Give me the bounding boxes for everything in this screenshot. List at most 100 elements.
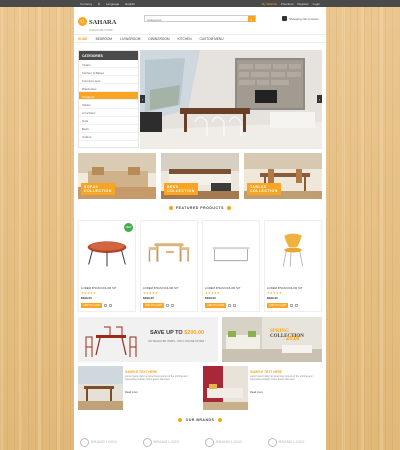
promo-sale-banner[interactable]: SAVE UP TO $200.00 ON SELECTED ITEMS - O…	[78, 317, 218, 362]
category-item[interactable]: Cabins	[79, 133, 138, 141]
currency-label: Currency	[80, 1, 93, 6]
read-more-link[interactable]: Read more	[125, 391, 138, 394]
checkout-link[interactable]: Checkout	[281, 2, 294, 6]
brand-logo[interactable]: BRAND LOGO	[78, 435, 135, 450]
blog-post[interactable]: SAMPLE TEXT HERE Lorem ipsum dolor sit a…	[78, 366, 197, 410]
collection-sofas[interactable]: SOFAS COLLECTION	[78, 153, 156, 199]
compare-icon[interactable]	[109, 304, 113, 307]
nav-home[interactable]: HOME	[78, 37, 88, 41]
language-select[interactable]: English	[125, 2, 135, 6]
category-item[interactable]: Armchairs	[79, 109, 138, 117]
blog-excerpt: Lorem ipsum dolor sit amet lorem ipsum o…	[250, 375, 313, 382]
brand-logos: BRAND LOGO BRAND LOGO BRAND LOGO BRAND L…	[78, 435, 322, 450]
promo-spring-banner[interactable]: SPRING COLLECTION 2016	[222, 317, 322, 362]
product-title[interactable]: LOREM IPSUM DOLOR SIT	[81, 286, 116, 290]
header: ☺ SAHARA FURNITURE STORE Categories ⌕ Sh…	[74, 7, 326, 32]
product-card[interactable]: LOREM IPSUM DOLOR SIT ★★★★★ $399.00 ADD …	[202, 220, 260, 312]
next-arrow-icon[interactable]	[227, 206, 232, 211]
blog-title[interactable]: SAMPLE TEXT HERE	[250, 370, 282, 374]
add-to-cart-button[interactable]: ADD TO CART	[143, 303, 165, 308]
product-title[interactable]: LOREM IPSUM DOLOR SIT	[267, 286, 302, 290]
product-rating: ★★★★★	[81, 291, 96, 295]
prev-arrow-icon[interactable]	[168, 206, 173, 211]
product-card[interactable]: LOREM IPSUM DOLOR SIT ★★★★★ $399.00 ADD …	[140, 220, 198, 312]
featured-products: NEW LOREM IPSUM DOLOR SIT ★★★★★ $399.00 …	[78, 220, 322, 312]
nav-livingroom[interactable]: LIVINGROOM	[120, 37, 140, 41]
promo-image	[78, 317, 148, 362]
hero-next-button[interactable]: ›	[317, 95, 322, 103]
category-item-active[interactable]: Outdoors	[79, 92, 138, 101]
hero-prev-button[interactable]: ‹	[140, 95, 145, 103]
language-label: Language	[105, 1, 120, 6]
topbar: Currency $ Language English My Wishlist …	[0, 0, 400, 7]
categories-header: CATEGORIES	[79, 51, 138, 60]
blog-excerpt: Lorem ipsum dolor sit amet lorem ipsum o…	[125, 375, 188, 382]
search-category-select[interactable]: Categories	[147, 18, 162, 22]
blog-image	[78, 366, 123, 410]
page: ☺ SAHARA FURNITURE STORE Categories ⌕ Sh…	[74, 7, 326, 450]
product-image	[265, 222, 321, 282]
cart-icon	[282, 16, 287, 21]
collections: SOFAS COLLECTION BEDS COLLECTION TABLES …	[78, 153, 322, 199]
cart[interactable]: Shopping cart is Items	[282, 16, 319, 21]
add-to-cart-button[interactable]: ADD TO CART	[81, 303, 103, 308]
category-item[interactable]: Tables	[79, 100, 138, 109]
wishlist-icon[interactable]	[228, 304, 232, 307]
brand-logo[interactable]: BRAND LOGO	[141, 435, 198, 450]
register-link[interactable]: Register	[297, 2, 308, 6]
brand-icon	[142, 438, 152, 447]
prev-arrow-icon[interactable]	[178, 418, 183, 423]
chevron-right-icon: ›	[318, 96, 321, 102]
category-item[interactable]: Kitchen & Bakes	[79, 68, 138, 77]
category-item[interactable]: Chairs	[79, 60, 138, 69]
compare-icon[interactable]	[233, 304, 237, 307]
search-bar[interactable]: Categories ⌕	[144, 15, 256, 22]
promo-banners: SAVE UP TO $200.00 ON SELECTED ITEMS - O…	[78, 317, 322, 362]
promo-subtext: ON SELECTED ITEMS - ONLY ONLINE STORE !	[148, 340, 206, 343]
nav-diningroom[interactable]: DININGROOM	[148, 37, 169, 41]
add-to-cart-button[interactable]: ADD TO CART	[267, 303, 289, 308]
product-title[interactable]: LOREM IPSUM DOLOR SIT	[205, 286, 240, 290]
login-link[interactable]: Login	[313, 2, 320, 6]
product-rating: ★★★★★	[267, 291, 282, 295]
next-arrow-icon[interactable]	[217, 418, 222, 423]
product-title[interactable]: LOREM IPSUM DOLOR SIT	[143, 286, 178, 290]
product-card[interactable]: NEW LOREM IPSUM DOLOR SIT ★★★★★ $399.00 …	[78, 220, 136, 312]
add-to-cart-button[interactable]: ADD TO CART	[205, 303, 227, 308]
currency-select[interactable]: $	[98, 2, 100, 6]
nav-kitchen[interactable]: KITCHEN	[178, 37, 192, 41]
read-more-link[interactable]: Read more	[250, 391, 263, 394]
product-price: $399.00	[81, 296, 92, 300]
blog-post[interactable]: SAMPLE TEXT HERE Lorem ipsum dolor sit a…	[203, 366, 322, 410]
category-item[interactable]: Sofa	[79, 117, 138, 125]
hero-slider[interactable]: ‹ ›	[140, 50, 322, 149]
category-item[interactable]: Wardrobes	[79, 84, 138, 93]
product-rating: ★★★★★	[205, 291, 220, 295]
brand-logo[interactable]: BRAND LOGO	[266, 435, 323, 450]
compare-icon[interactable]	[295, 304, 299, 307]
nav-bedroom[interactable]: BEDROOM	[96, 37, 112, 41]
logo-icon: ☺	[78, 17, 87, 26]
search-icon: ⌕	[250, 16, 253, 22]
chevron-left-icon: ‹	[141, 96, 144, 102]
search-button[interactable]: ⌕	[248, 16, 255, 22]
product-price: $399.00	[143, 296, 154, 300]
logo[interactable]: ☺ SAHARA FURNITURE STORE	[78, 11, 116, 32]
blog-image	[203, 366, 248, 410]
wishlist-icon[interactable]	[104, 304, 108, 307]
wishlist-icon[interactable]	[290, 304, 294, 307]
collection-label: SOFAS COLLECTION	[81, 183, 115, 195]
new-badge: NEW	[124, 223, 133, 232]
blog-title[interactable]: SAMPLE TEXT HERE	[125, 370, 157, 374]
collection-tables[interactable]: TABLES COLLECTION	[244, 153, 322, 199]
wishlist-link[interactable]: My Wishlist	[262, 2, 277, 6]
category-item[interactable]: Furniture sets	[79, 76, 138, 85]
wishlist-icon[interactable]	[166, 304, 170, 307]
brand-icon	[205, 438, 214, 447]
nav-custom-menu[interactable]: CUSTOM MENU	[200, 37, 224, 41]
category-item[interactable]: Beds	[79, 125, 138, 133]
product-card[interactable]: LOREM IPSUM DOLOR SIT ★★★★★ $399.00 ADD …	[264, 220, 322, 312]
compare-icon[interactable]	[171, 304, 175, 307]
collection-beds[interactable]: BEDS COLLECTION	[161, 153, 239, 199]
brand-logo[interactable]: BRAND LOGO	[203, 435, 260, 450]
